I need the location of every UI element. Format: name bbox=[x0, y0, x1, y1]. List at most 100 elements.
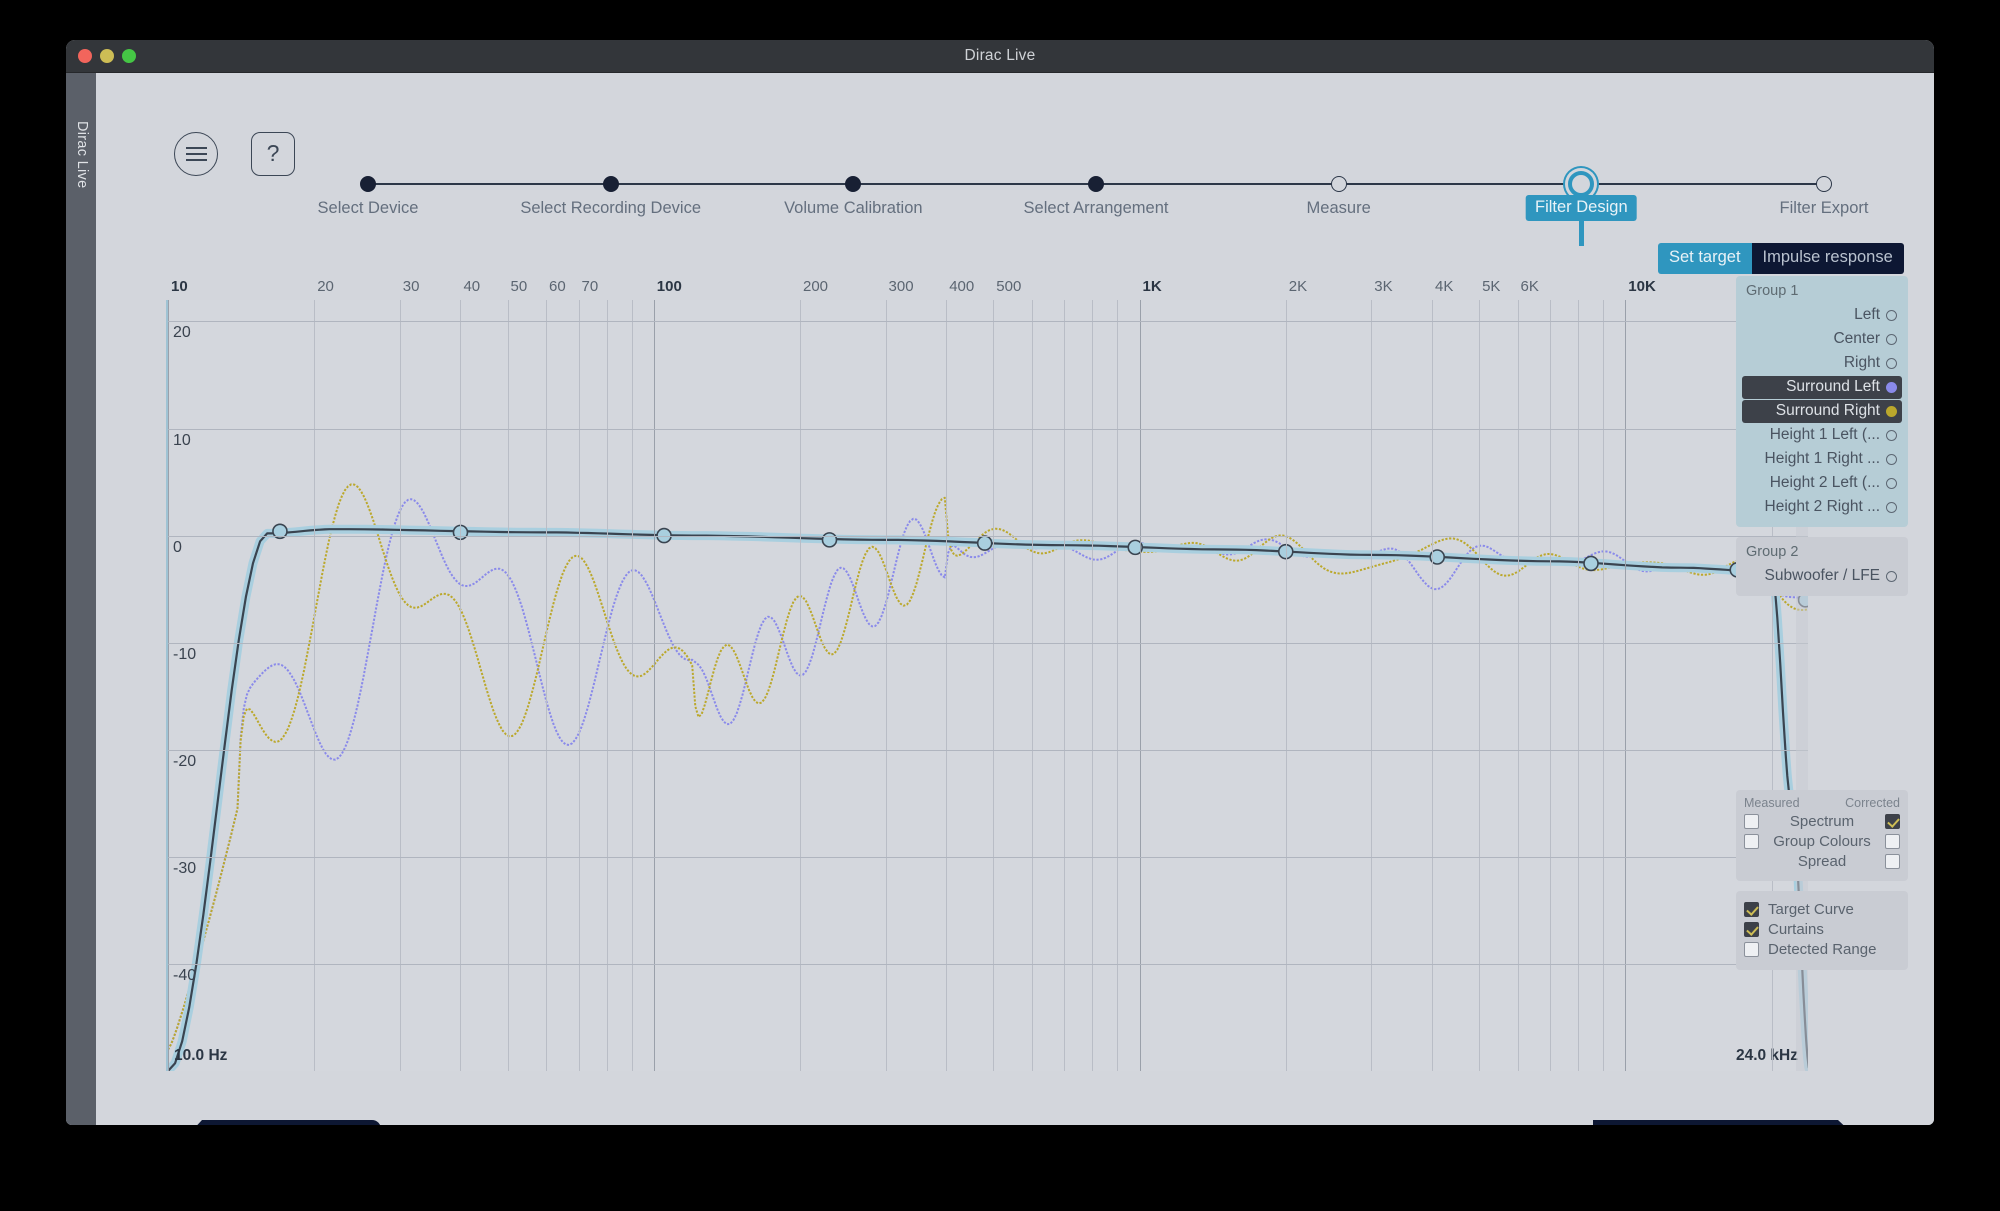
menu-button[interactable] bbox=[174, 132, 218, 176]
overlay-option-checkbox[interactable] bbox=[1744, 902, 1759, 917]
chart-gridline-vertical bbox=[546, 300, 547, 1071]
speaker-row[interactable]: Height 2 Right ... bbox=[1742, 496, 1902, 519]
target-curve[interactable] bbox=[168, 528, 1808, 1071]
speaker-row[interactable]: Right bbox=[1742, 352, 1902, 375]
display-option-row: Group Colours bbox=[1744, 833, 1900, 850]
target-curve-halo bbox=[168, 524, 1808, 1071]
stepper-dot[interactable] bbox=[1568, 171, 1595, 197]
overlay-option-label: Target Curve bbox=[1768, 901, 1854, 918]
speaker-group-1: Group 1 Left Center Right Surround Left Surr… bbox=[1736, 276, 1908, 527]
chart-gridline-vertical bbox=[653, 300, 655, 1071]
speaker-row[interactable]: Center bbox=[1742, 328, 1902, 351]
chart-gridline-horizontal bbox=[168, 642, 1808, 644]
speaker-row[interactable]: Height 1 Left (... bbox=[1742, 424, 1902, 447]
hamburger-icon-line bbox=[185, 159, 207, 162]
speaker-color-dot[interactable] bbox=[1886, 429, 1897, 441]
stepper-dot[interactable] bbox=[1330, 176, 1347, 192]
chart-gridline-vertical bbox=[946, 300, 948, 1071]
db-tick-label: -30 bbox=[173, 859, 197, 877]
speaker-label: Height 2 Right ... bbox=[1764, 498, 1880, 515]
target-curve-handle[interactable] bbox=[1583, 555, 1599, 572]
stepper-dot[interactable] bbox=[360, 176, 376, 192]
chart-plot-area[interactable]: 10.0 Hz 24.0 kHz 20100-10-20-30-40-50 bbox=[166, 300, 1808, 1071]
overlay-option-row[interactable]: Target Curve bbox=[1744, 901, 1900, 918]
display-option-row: Spectrum bbox=[1744, 813, 1900, 830]
overlay-option-checkbox[interactable] bbox=[1744, 942, 1759, 957]
stepper-label: Select Recording Device bbox=[520, 199, 701, 217]
speaker-row[interactable]: Left bbox=[1742, 304, 1902, 327]
speaker-color-dot[interactable] bbox=[1886, 381, 1897, 393]
speaker-row[interactable]: Subwoofer / LFE bbox=[1742, 565, 1902, 588]
speaker-row[interactable]: Height 1 Right ... bbox=[1742, 448, 1902, 471]
speaker-label: Surround Left bbox=[1786, 378, 1880, 395]
stepper-label: Select Device bbox=[317, 199, 419, 217]
app-body: Dirac Live ? Select Device Select Recordi… bbox=[66, 73, 1934, 1125]
proceed-to-filter-export-button[interactable]: Proceed to Filter Export bbox=[1593, 1120, 1868, 1125]
freq-tick-label: 200 bbox=[802, 278, 829, 295]
chart-gridline-vertical bbox=[1371, 300, 1373, 1071]
chart-gridline-vertical bbox=[799, 300, 801, 1071]
tab-set-target[interactable]: Set target bbox=[1658, 243, 1752, 274]
speaker-row[interactable]: Height 2 Left (... bbox=[1742, 472, 1902, 495]
window-titlebar: Dirac Live bbox=[66, 40, 1934, 73]
brand-tab[interactable]: Dirac Live bbox=[66, 105, 96, 1125]
freq-tick-label: 20 bbox=[317, 278, 334, 295]
speaker-color-dot[interactable] bbox=[1886, 357, 1897, 369]
checkbox-measured[interactable] bbox=[1744, 814, 1759, 829]
stepper-dot[interactable] bbox=[1816, 176, 1832, 192]
display-option-row: Spread bbox=[1744, 853, 1900, 870]
filter-design-subtabs[interactable]: Set target Impulse response bbox=[1658, 243, 1904, 274]
stepper-label: Filter Export bbox=[1779, 199, 1869, 217]
freq-tick-label: 400 bbox=[949, 278, 975, 295]
hamburger-icon-line bbox=[185, 146, 207, 149]
speaker-label: Subwoofer / LFE bbox=[1764, 567, 1880, 584]
frequency-response-chart[interactable]: 10 20 30 40 50 60 70 100 200 300 400 500 1K 2K 3K 4K 5K 6… bbox=[166, 276, 1808, 1071]
checkbox-corrected[interactable] bbox=[1885, 854, 1900, 869]
overlay-option-row[interactable]: Detected Range bbox=[1744, 941, 1900, 958]
speaker-row[interactable]: Surround Right bbox=[1742, 400, 1902, 423]
col-measured-label: Measured bbox=[1744, 796, 1800, 810]
stepper-dot[interactable] bbox=[1088, 176, 1104, 192]
speaker-color-dot[interactable] bbox=[1886, 501, 1897, 513]
speaker-color-dot[interactable] bbox=[1886, 405, 1897, 417]
chart-curves bbox=[168, 483, 1808, 1071]
speaker-color-dot[interactable] bbox=[1886, 477, 1897, 489]
chart-gridline-vertical bbox=[1479, 300, 1481, 1071]
right-panel: Group 1 Left Center Right Surround Left Surr… bbox=[1736, 276, 1908, 970]
target-curve-handle[interactable] bbox=[976, 535, 993, 551]
db-tick-label: -40 bbox=[173, 966, 197, 984]
display-option-label: Spread bbox=[1797, 853, 1847, 870]
speaker-label: Height 1 Right ... bbox=[1764, 450, 1880, 467]
speaker-color-dot[interactable] bbox=[1886, 570, 1897, 582]
checkbox-corrected[interactable] bbox=[1885, 814, 1900, 829]
chart-gridline-vertical bbox=[1285, 300, 1287, 1071]
chart-gridline-vertical bbox=[993, 300, 995, 1071]
frequency-axis: 10 20 30 40 50 60 70 100 200 300 400 500 1K 2K 3K 4K 5K 6… bbox=[166, 276, 1808, 300]
stepper-dot[interactable] bbox=[845, 176, 862, 192]
overlay-option-row[interactable]: Curtains bbox=[1744, 921, 1900, 938]
measured-spectrum-curve bbox=[168, 498, 1808, 1051]
freq-tick-label: 500 bbox=[996, 278, 1022, 295]
checkbox-corrected[interactable] bbox=[1885, 834, 1900, 849]
stepper-label: Select Arrangement bbox=[1023, 199, 1169, 217]
stepper-dot[interactable] bbox=[602, 176, 619, 192]
col-corrected-label: Corrected bbox=[1845, 796, 1900, 810]
speaker-color-dot[interactable] bbox=[1886, 333, 1897, 345]
stepper-label: Filter Design bbox=[1526, 195, 1637, 221]
overlay-option-checkbox[interactable] bbox=[1744, 922, 1759, 937]
app-window: Dirac Live Dirac Live ? Select Device Sel… bbox=[66, 40, 1934, 1125]
chart-gridline-vertical bbox=[168, 300, 169, 1071]
speaker-color-dot[interactable] bbox=[1886, 453, 1897, 465]
freq-tick-label: 2K bbox=[1288, 278, 1308, 295]
help-button[interactable]: ? bbox=[251, 132, 295, 176]
speaker-color-dot[interactable] bbox=[1886, 309, 1897, 321]
tab-impulse-response[interactable]: Impulse response bbox=[1751, 243, 1904, 274]
chart-gridline-vertical bbox=[1517, 300, 1519, 1071]
chart-gridline-vertical bbox=[885, 300, 887, 1071]
chart-gridline-vertical bbox=[1117, 300, 1119, 1071]
display-option-label: Spectrum bbox=[1789, 813, 1855, 830]
screen-root: Dirac Live Dirac Live ? Select Device Sel… bbox=[0, 0, 2000, 1211]
checkbox-measured[interactable] bbox=[1744, 834, 1759, 849]
back-to-measure-button[interactable]: Back to Measure bbox=[176, 1120, 381, 1125]
speaker-row[interactable]: Surround Left bbox=[1742, 376, 1902, 399]
